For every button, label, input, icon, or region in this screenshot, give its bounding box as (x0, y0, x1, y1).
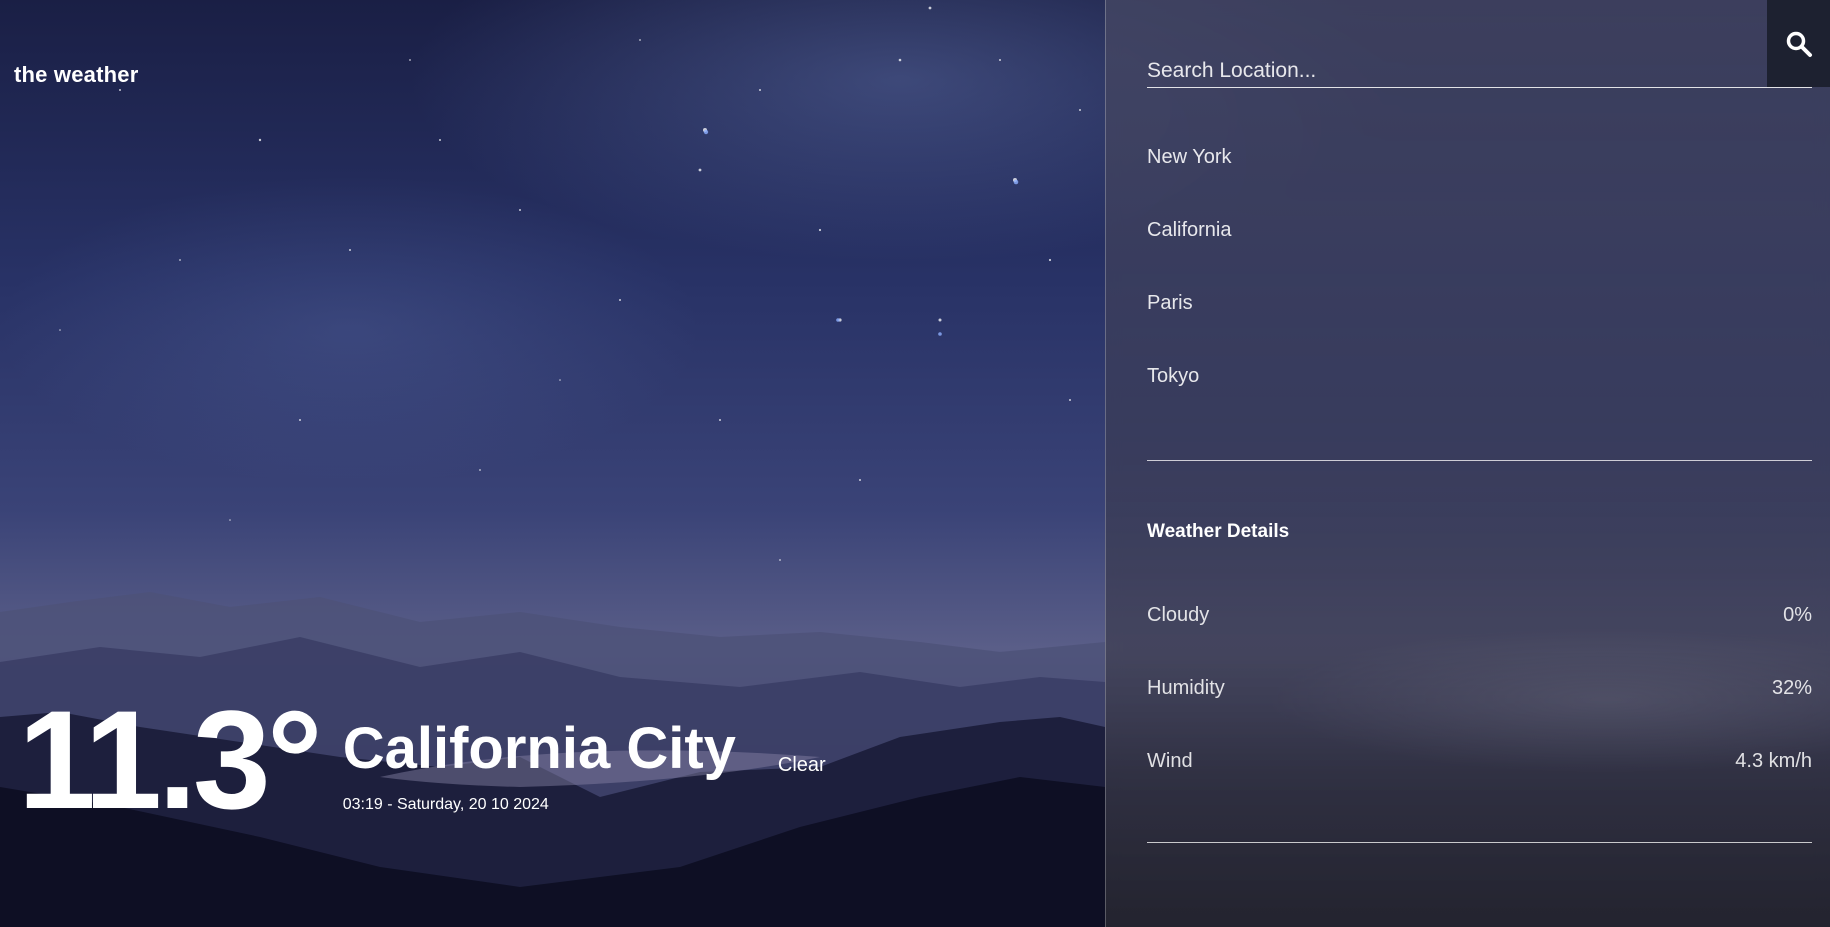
search-input[interactable] (1147, 54, 1812, 88)
city-name: California City (342, 716, 736, 781)
current-weather: 11.3° California City 03:19 - Saturday, … (18, 690, 826, 840)
date-time: 03:19 - Saturday, 20 10 2024 (342, 796, 549, 813)
location-list: New York California Paris Tokyo (1147, 146, 1812, 438)
location-item-california[interactable]: California (1147, 219, 1812, 292)
divider (1147, 460, 1812, 461)
location-item-paris[interactable]: Paris (1147, 292, 1812, 365)
temperature: 11.3° (18, 681, 323, 838)
divider (1147, 842, 1812, 843)
detail-value: 32% (1771, 677, 1812, 699)
app-title: the weather (14, 62, 139, 87)
search-icon (1786, 31, 1812, 57)
details-title: Weather Details (1147, 521, 1290, 542)
detail-value: 4.3 km/h (1735, 750, 1812, 772)
weather-condition: Clear (777, 754, 826, 776)
detail-label: Humidity (1147, 677, 1225, 699)
side-panel: New York California Paris Tokyo Weather … (1105, 0, 1830, 927)
detail-label: Wind (1147, 750, 1193, 772)
detail-row-cloudy: Cloudy 0% (1147, 604, 1812, 677)
location-item-tokyo[interactable]: Tokyo (1147, 365, 1812, 438)
weather-details: Cloudy 0% Humidity 32% Wind 4.3 km/h (1147, 604, 1812, 823)
detail-row-wind: Wind 4.3 km/h (1147, 750, 1812, 823)
detail-row-humidity: Humidity 32% (1147, 677, 1812, 750)
background-scene: the weather 11.3° California City 03:19 … (0, 0, 1830, 927)
detail-value: 0% (1783, 604, 1812, 626)
location-block: California City 03:19 - Saturday, 20 10 … (343, 716, 736, 814)
detail-label: Cloudy (1147, 604, 1210, 626)
location-item-new-york[interactable]: New York (1147, 146, 1812, 219)
search-button[interactable] (1767, 0, 1830, 87)
